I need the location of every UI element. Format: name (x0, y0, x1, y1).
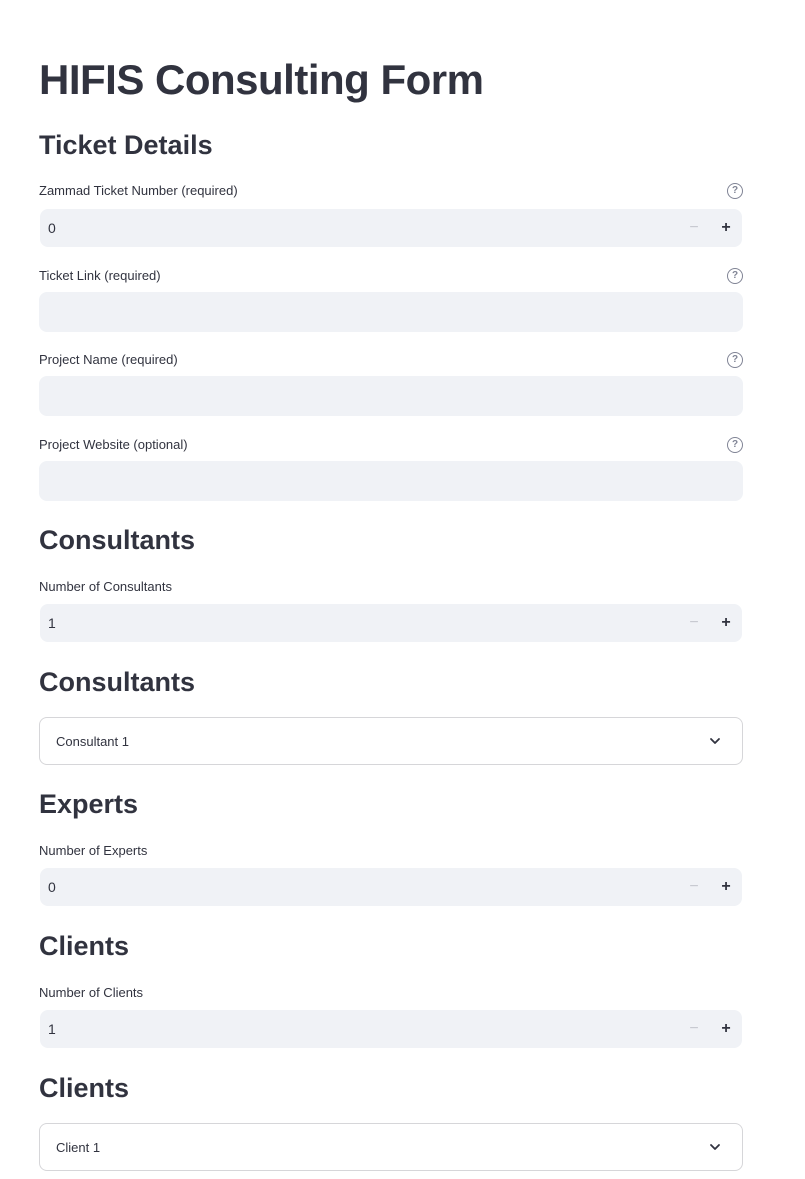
client-expander-label: Client 1 (56, 1139, 101, 1155)
increment-button[interactable]: + (710, 604, 742, 642)
help-circle-icon[interactable]: ? (727, 352, 743, 368)
ticket-link-input[interactable] (39, 292, 743, 332)
number-of-consultants-label: Number of Consultants (39, 579, 172, 594)
chevron-down-icon (704, 1136, 726, 1158)
zammad-ticket-value[interactable]: 0 (40, 220, 678, 236)
help-circle-icon[interactable]: ? (727, 268, 743, 284)
section-clients-list: Clients (39, 1073, 130, 1103)
client-expander[interactable]: Client 1 (39, 1123, 743, 1171)
section-clients: Clients (39, 931, 130, 961)
chevron-down-icon (704, 730, 726, 752)
section-consultants: Consultants (39, 525, 196, 555)
project-name-input[interactable] (39, 376, 743, 416)
help-circle-icon[interactable]: ? (727, 183, 743, 199)
decrement-button[interactable]: − (678, 868, 710, 906)
zammad-ticket-label: Zammad Ticket Number (required) (39, 183, 238, 198)
page-title: HIFIS Consulting Form (39, 56, 484, 103)
increment-button[interactable]: + (710, 868, 742, 906)
number-of-clients-label: Number of Clients (39, 985, 144, 1000)
increment-button[interactable]: + (710, 209, 742, 247)
zammad-ticket-number-input[interactable]: 0 − + (40, 209, 742, 247)
decrement-button[interactable]: − (678, 209, 710, 247)
decrement-button[interactable]: − (678, 1010, 710, 1048)
consultants-count-value[interactable]: 1 (40, 615, 678, 631)
number-of-clients-input[interactable]: 1 − + (40, 1010, 742, 1048)
section-experts: Experts (39, 789, 139, 819)
clients-count-value[interactable]: 1 (40, 1021, 678, 1037)
decrement-button[interactable]: − (678, 604, 710, 642)
section-consultants-list: Consultants (39, 667, 196, 697)
consultant-expander[interactable]: Consultant 1 (39, 717, 743, 765)
experts-count-value[interactable]: 0 (40, 879, 678, 895)
ticket-link-label: Ticket Link (required) (39, 268, 161, 283)
number-of-consultants-input[interactable]: 1 − + (40, 604, 742, 642)
number-of-experts-label: Number of Experts (39, 843, 148, 858)
number-of-experts-input[interactable]: 0 − + (40, 868, 742, 906)
project-website-input[interactable] (39, 461, 743, 501)
project-name-label: Project Name (required) (39, 352, 178, 367)
project-website-label: Project Website (optional) (39, 437, 188, 452)
increment-button[interactable]: + (710, 1010, 742, 1048)
help-circle-icon[interactable]: ? (727, 437, 743, 453)
section-ticket-details: Ticket Details (39, 130, 213, 160)
consultant-expander-label: Consultant 1 (56, 733, 129, 749)
